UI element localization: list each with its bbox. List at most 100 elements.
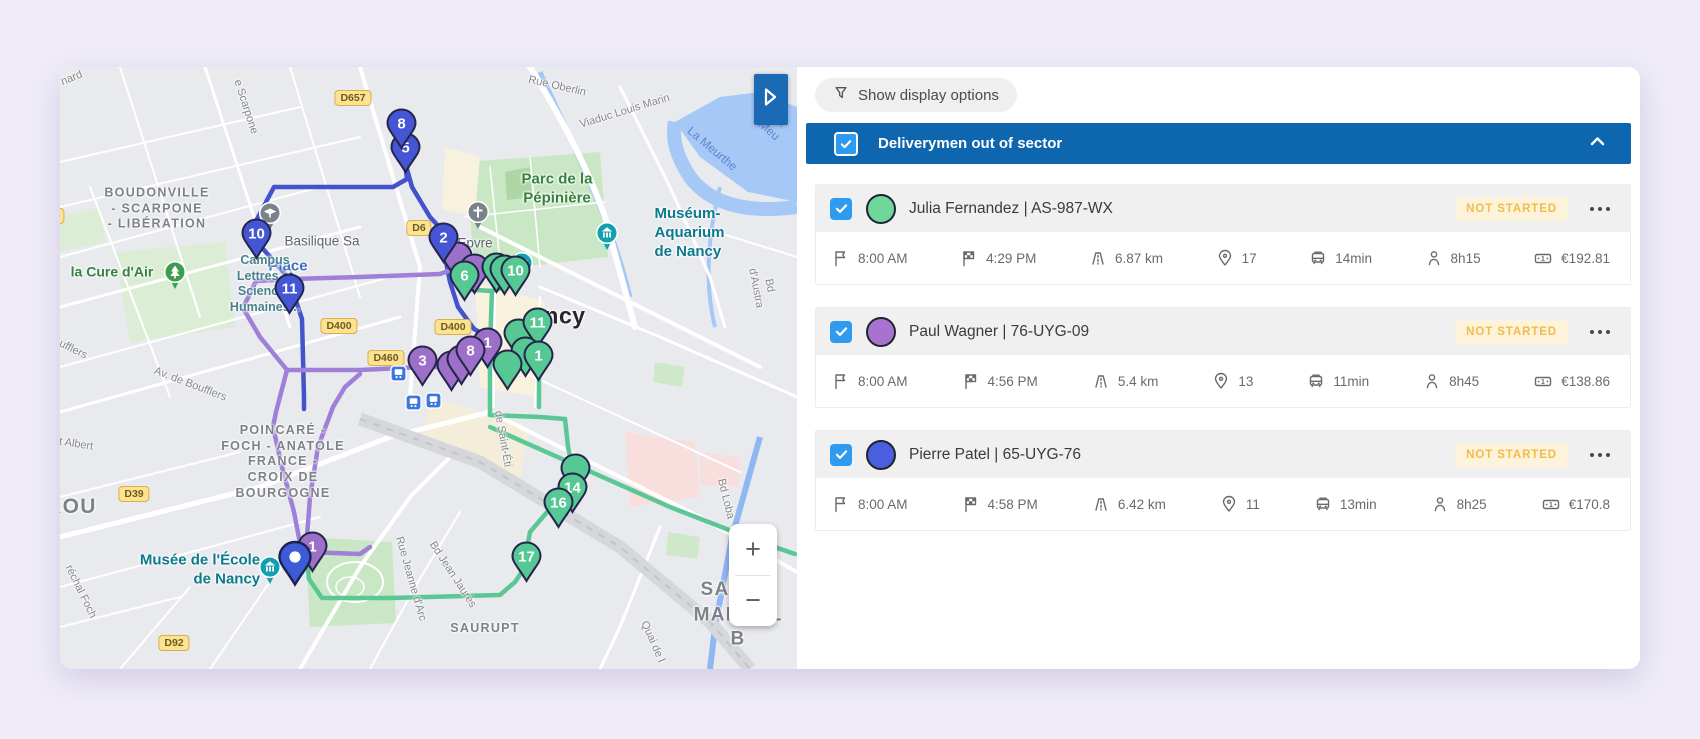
driver-stats-row: 8:00 AM4:29 PM6.87 km1714min8h151€192.81 — [816, 232, 1630, 284]
stat-car: 14min — [1309, 249, 1372, 267]
section-header-label: Deliverymen out of sector — [878, 135, 1062, 152]
filter-icon — [833, 85, 849, 105]
driver-card: Pierre Patel | 65-UYG-76 NOT STARTED 8:0… — [815, 430, 1631, 531]
stat-person: 8h45 — [1423, 372, 1479, 390]
more-menu-button[interactable] — [1588, 201, 1612, 217]
driver-stats-row: 8:00 AM4:58 PM6.42 km1113min8h251€170.8 — [816, 478, 1630, 530]
show-display-options-button[interactable]: Show display options — [815, 78, 1017, 112]
driver-list: Julia Fernandez | AS-987-WX NOT STARTED … — [815, 184, 1631, 531]
chevron-right-icon — [763, 87, 779, 112]
svg-text:10: 10 — [507, 263, 524, 280]
driver-card: Paul Wagner | 76-UYG-09 NOT STARTED 8:00… — [815, 307, 1631, 408]
driver-name: Paul Wagner | 76-UYG-09 — [909, 323, 1089, 341]
flag-icon — [832, 372, 850, 390]
status-badge: NOT STARTED — [1455, 443, 1568, 467]
svg-text:16: 16 — [550, 495, 567, 512]
stop-marker-green-17[interactable]: 17 — [510, 541, 543, 588]
driver-checkbox[interactable] — [830, 321, 852, 343]
depot-pin[interactable] — [276, 540, 314, 593]
driver-name: Julia Fernandez | AS-987-WX — [909, 200, 1113, 218]
section-header-deliverymen[interactable]: Deliverymen out of sector — [806, 123, 1631, 164]
status-badge: NOT STARTED — [1455, 320, 1568, 344]
section-checkbox[interactable] — [834, 132, 858, 156]
pin-icon — [1212, 372, 1230, 390]
svg-text:2: 2 — [439, 230, 447, 247]
svg-text:8: 8 — [466, 343, 474, 360]
stop-marker-blue-8[interactable]: 8 — [385, 108, 418, 155]
stat-pin: 13 — [1212, 372, 1253, 390]
person-icon — [1425, 249, 1443, 267]
museum-icon — [595, 221, 619, 256]
stat-car: 13min — [1314, 495, 1377, 513]
finish-icon — [962, 372, 980, 390]
flag-icon — [832, 495, 850, 513]
road-badge: D39 — [118, 486, 149, 502]
driver-card: Julia Fernandez | AS-987-WX NOT STARTED … — [815, 184, 1631, 285]
more-menu-button[interactable] — [1588, 447, 1612, 463]
finish-icon — [960, 249, 978, 267]
stop-marker-blue-11[interactable]: 11 — [273, 273, 306, 320]
person-icon — [1423, 372, 1441, 390]
tree-icon — [163, 260, 187, 295]
car-icon — [1314, 495, 1332, 513]
driver-stats-row: 8:00 AM4:56 PM5.4 km1311min8h451€138.86 — [816, 355, 1630, 407]
map[interactable]: BOUDONVILLE - SCARPONE - LIBÉRATIONPOINC… — [60, 67, 797, 669]
stop-marker-blue-10[interactable]: 10 — [240, 218, 273, 265]
svg-text:11: 11 — [281, 281, 297, 298]
stat-money: 1€192.81 — [1533, 249, 1610, 267]
road-badge: D400 — [320, 318, 357, 334]
driver-header[interactable]: Pierre Patel | 65-UYG-76 NOT STARTED — [816, 431, 1630, 478]
church-icon — [466, 200, 490, 235]
svg-text:1: 1 — [1541, 379, 1545, 386]
stat-road: 6.42 km — [1092, 495, 1166, 513]
flag-icon — [832, 249, 850, 267]
driver-name: Pierre Patel | 65-UYG-76 — [909, 446, 1081, 464]
svg-text:6: 6 — [460, 268, 468, 285]
chevron-up-icon[interactable] — [1588, 134, 1607, 153]
svg-text:1: 1 — [534, 348, 542, 365]
status-badge: NOT STARTED — [1455, 197, 1568, 221]
main-card: BOUDONVILLE - SCARPONE - LIBÉRATIONPOINC… — [60, 67, 1640, 669]
show-display-options-label: Show display options — [858, 87, 999, 104]
driver-avatar — [866, 440, 896, 470]
person-icon — [1431, 495, 1449, 513]
zoom-out-button[interactable]: − — [729, 576, 777, 627]
stop-marker-green-1[interactable]: 1 — [522, 340, 555, 387]
driver-avatar — [866, 317, 896, 347]
stop-marker-green-16[interactable]: 16 — [542, 487, 575, 534]
stat-flag: 8:00 AM — [832, 495, 908, 513]
money-icon: 1 — [1541, 495, 1561, 513]
driver-checkbox[interactable] — [830, 198, 852, 220]
svg-text:10: 10 — [248, 226, 265, 243]
driver-header[interactable]: Paul Wagner | 76-UYG-09 NOT STARTED — [816, 308, 1630, 355]
stat-car: 11min — [1307, 372, 1369, 390]
driver-checkbox[interactable] — [830, 444, 852, 466]
stat-finish: 4:29 PM — [960, 249, 1036, 267]
side-panel: Show display options Deliverymen out of … — [797, 67, 1640, 669]
finish-icon — [962, 495, 980, 513]
road-badge: D400 — [60, 208, 65, 224]
svg-text:17: 17 — [518, 549, 535, 566]
money-icon: 1 — [1533, 249, 1553, 267]
stat-person: 8h15 — [1425, 249, 1481, 267]
stat-flag: 8:00 AM — [832, 249, 908, 267]
driver-header[interactable]: Julia Fernandez | AS-987-WX NOT STARTED — [816, 185, 1630, 232]
road-badge: D657 — [334, 90, 371, 106]
stop-marker-purple-8[interactable]: 8 — [454, 335, 487, 382]
pin-icon — [1220, 495, 1238, 513]
svg-text:8: 8 — [397, 116, 405, 133]
stop-marker-purple-3[interactable]: 3 — [406, 345, 439, 392]
road-badge: D92 — [158, 635, 189, 651]
stop-marker-green-10[interactable]: 10 — [499, 255, 532, 302]
transit-icon — [405, 394, 422, 416]
road-badge: D400 — [434, 319, 471, 335]
stat-finish: 4:56 PM — [962, 372, 1038, 390]
stop-marker-green-6[interactable]: 6 — [448, 260, 481, 307]
stat-pin: 17 — [1216, 249, 1257, 267]
stat-person: 8h25 — [1431, 495, 1487, 513]
stat-money: 1€170.8 — [1541, 495, 1610, 513]
panel-expand-button[interactable] — [754, 74, 788, 125]
more-menu-button[interactable] — [1588, 324, 1612, 340]
zoom-in-button[interactable]: + — [729, 524, 777, 575]
stat-money: 1€138.86 — [1533, 372, 1610, 390]
